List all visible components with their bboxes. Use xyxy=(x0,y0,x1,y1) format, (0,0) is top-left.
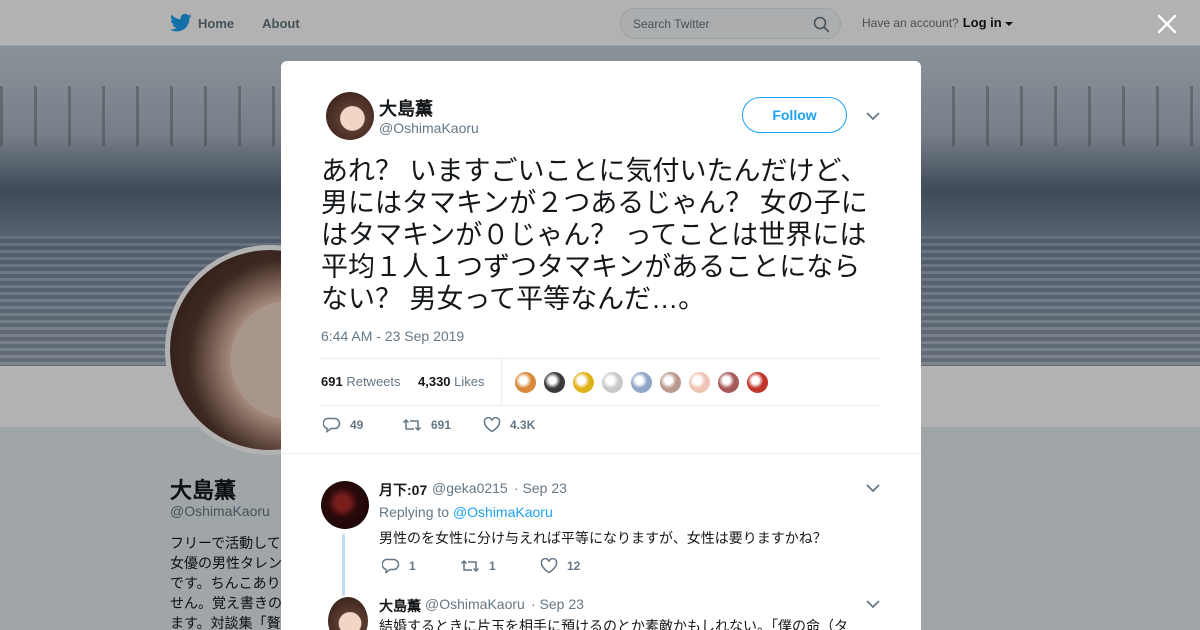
tweet-stats: 691 Retweets 4,330 Likes xyxy=(321,358,881,406)
retweet-count: 1 xyxy=(489,559,496,573)
heart-icon xyxy=(540,558,558,574)
liker-avatar[interactable] xyxy=(629,370,654,395)
heart-icon xyxy=(483,417,501,433)
reply-icon xyxy=(323,417,341,433)
like-count: 4.3K xyxy=(510,418,536,432)
close-icon[interactable] xyxy=(1155,12,1179,36)
replying-to-label: Replying to xyxy=(379,504,450,520)
retweet-count: 691 xyxy=(431,418,452,432)
author-name[interactable]: 大島薫 xyxy=(379,95,433,121)
replying-to-link[interactable]: @OshimaKaoru xyxy=(453,504,553,520)
likes-stat[interactable]: 4,330 Likes xyxy=(418,374,485,389)
retweet-icon xyxy=(460,559,480,573)
reply-count: 49 xyxy=(350,418,364,432)
tweet-timestamp[interactable]: 6:44 AM - 23 Sep 2019 xyxy=(321,328,464,344)
liker-avatar[interactable] xyxy=(571,370,596,395)
reply-icon xyxy=(382,558,400,574)
like-count: 12 xyxy=(567,559,581,573)
liker-avatar[interactable] xyxy=(745,370,770,395)
reply-author-name[interactable]: 大島薫 xyxy=(379,596,421,616)
reply-text: 結婚するときに片玉を相手に預けるのとか素敵かもしれない。「僕の命（タ xyxy=(379,618,848,630)
liker-avatar[interactable] xyxy=(600,370,625,395)
reply-author-handle[interactable]: @OshimaKaoru xyxy=(425,596,525,612)
reply-avatar[interactable] xyxy=(328,597,368,630)
retweets-label: Retweets xyxy=(346,374,401,389)
reply-date[interactable]: · Sep 23 xyxy=(531,596,584,612)
chevron-down-icon[interactable] xyxy=(866,111,880,121)
liker-avatar[interactable] xyxy=(542,370,567,395)
replies-section: 月下:07 @geka0215 · Sep 23 Replying to @Os… xyxy=(281,453,921,630)
retweet-button[interactable]: 1 xyxy=(460,558,496,574)
retweets-count: 691 xyxy=(321,374,343,389)
reply-avatar[interactable] xyxy=(321,481,369,529)
author-avatar[interactable] xyxy=(326,92,374,140)
reply-button[interactable]: 49 xyxy=(323,417,363,433)
author-handle[interactable]: @OshimaKaoru xyxy=(379,120,479,136)
retweet-icon xyxy=(402,418,422,432)
tweet-text: あれ？ いますごいことに気付いたんだけど、男にはタマキンが２つあるじゃん？ 女の… xyxy=(321,156,868,314)
retweets-stat[interactable]: 691 Retweets xyxy=(321,374,401,389)
replying-to: Replying to @OshimaKaoru xyxy=(379,504,553,520)
like-button[interactable]: 4.3K xyxy=(483,417,535,433)
chevron-down-icon[interactable] xyxy=(866,599,880,609)
reply-button[interactable]: 1 xyxy=(382,558,416,574)
reply-author-name[interactable]: 月下:07 xyxy=(379,480,427,500)
like-button[interactable]: 12 xyxy=(540,558,580,574)
chevron-down-icon[interactable] xyxy=(866,483,880,493)
follow-button[interactable]: Follow xyxy=(742,97,847,133)
stats-divider xyxy=(501,359,502,405)
liker-avatar[interactable] xyxy=(513,370,538,395)
thread-line xyxy=(342,534,345,596)
reply-count: 1 xyxy=(409,559,416,573)
reply-text: 男性のを女性に分け与えれば平等になりますが、女性は要りますかね？ xyxy=(379,530,827,546)
liker-avatar[interactable] xyxy=(658,370,683,395)
likes-count: 4,330 xyxy=(418,374,451,389)
retweet-button[interactable]: 691 xyxy=(402,417,451,433)
likes-label: Likes xyxy=(454,374,485,389)
reply-date[interactable]: · Sep 23 xyxy=(514,480,567,496)
liker-avatar[interactable] xyxy=(687,370,712,395)
liker-avatar[interactable] xyxy=(716,370,741,395)
tweet-modal: 大島薫 @OshimaKaoru Follow あれ？ いますごいことに気付いた… xyxy=(281,61,921,630)
reply-author-handle[interactable]: @geka0215 xyxy=(432,480,508,496)
